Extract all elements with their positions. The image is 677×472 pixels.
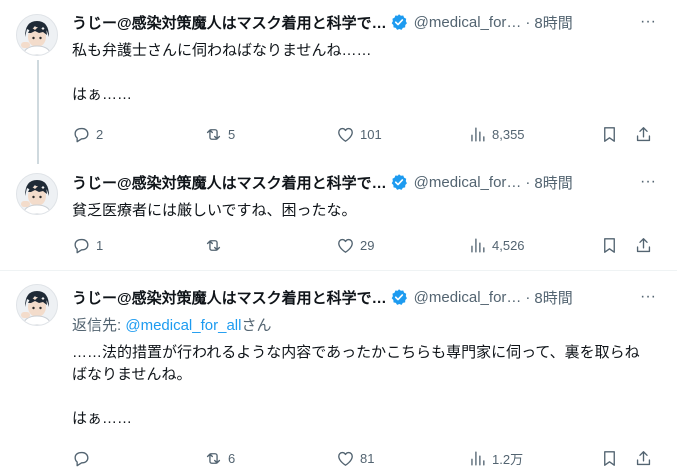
share-icon [636, 450, 651, 465]
retweet-button[interactable] [204, 235, 228, 255]
reply-icon [74, 451, 89, 466]
reply-button[interactable]: 1 [72, 235, 103, 255]
more-options-icon[interactable]: ··· [637, 172, 659, 192]
tweet-text: 貧乏医療者には厳しいですね、困ったな。 [72, 202, 357, 219]
tweet-text: ……法的措置が行われるような内容であったかこちらも専門家に伺って、裏を取らねばな… [72, 344, 640, 427]
avatar[interactable] [16, 14, 58, 56]
views-icon [471, 237, 485, 253]
bookmark-icon [604, 450, 615, 466]
separator-dot: · [525, 13, 531, 31]
views-button[interactable]: 1.2万 [468, 448, 523, 468]
retweet-icon [206, 128, 221, 140]
reply-count: 1 [96, 237, 104, 253]
timestamp[interactable]: 8時間 [534, 172, 572, 193]
reply-button[interactable]: 2 [72, 124, 103, 144]
like-count: 81 [360, 450, 375, 466]
action-bar: 2 5 101 8,355 [72, 124, 657, 144]
retweet-count: 5 [228, 126, 236, 142]
views-button[interactable]: 8,355 [468, 124, 525, 144]
bookmark-button[interactable] [600, 235, 619, 255]
share-icon [636, 237, 651, 252]
verified-badge-icon [391, 174, 407, 190]
separator-dot: · [525, 288, 531, 306]
timestamp[interactable]: 8時間 [534, 287, 572, 308]
like-button[interactable]: 81 [336, 448, 374, 468]
share-icon [636, 126, 651, 141]
handle[interactable]: @medical_for… [414, 289, 522, 306]
views-icon [471, 126, 485, 142]
tweet-2[interactable]: うじー@感染対策魔人はマスク着用と科学で… @medical_for… · 8時… [0, 160, 677, 270]
action-bar: 1 29 4,526 [72, 235, 657, 255]
retweet-button[interactable]: 5 [204, 124, 235, 144]
share-button[interactable] [634, 235, 653, 255]
reply-icon [74, 238, 89, 253]
tweet-1[interactable]: うじー@感染対策魔人はマスク着用と科学で… @medical_for… · 8時… [0, 0, 677, 164]
retweet-button[interactable]: 6 [204, 448, 235, 468]
bookmark-button[interactable] [600, 124, 619, 144]
heart-icon [338, 451, 353, 466]
share-button[interactable] [634, 448, 653, 468]
display-name[interactable]: うじー@感染対策魔人はマスク着用と科学で… [72, 172, 387, 193]
heart-icon [338, 127, 353, 142]
views-count: 4,526 [492, 237, 525, 253]
tweet-header: うじー@感染対策魔人はマスク着用と科学で… @medical_for… · 8時… [72, 12, 573, 32]
bookmark-button[interactable] [600, 448, 619, 468]
retweet-icon [206, 239, 221, 251]
replying-to: 返信先: @medical_for_allさん [72, 314, 271, 335]
thread-line [37, 60, 39, 164]
retweet-icon [206, 452, 221, 464]
display-name[interactable]: うじー@感染対策魔人はマスク着用と科学で… [72, 287, 387, 308]
like-button[interactable]: 29 [336, 235, 374, 255]
views-icon [471, 450, 485, 466]
action-bar: 6 81 1.2万 [72, 448, 657, 468]
share-button[interactable] [634, 124, 653, 144]
reply-mention-link[interactable]: @medical_for_all [125, 317, 241, 334]
reply-count: 2 [96, 126, 104, 142]
replying-to-prefix: 返信先: [72, 317, 126, 334]
bookmark-icon [604, 126, 615, 142]
heart-icon [338, 238, 353, 253]
reply-button[interactable] [72, 448, 96, 468]
like-count: 101 [360, 126, 382, 142]
tweet-text: 私も弁護士さんに伺わねばなりませんね…… はぁ…… [72, 42, 372, 103]
views-count: 1.2万 [492, 451, 524, 467]
tweet-3[interactable]: うじー@感染対策魔人はマスク着用と科学で… @medical_for… · 8時… [0, 271, 677, 472]
avatar[interactable] [16, 173, 58, 215]
verified-badge-icon [391, 289, 407, 305]
display-name[interactable]: うじー@感染対策魔人はマスク着用と科学で… [72, 12, 387, 33]
like-button[interactable]: 101 [336, 124, 382, 144]
reply-icon [74, 127, 89, 142]
retweet-count: 6 [228, 450, 236, 466]
like-count: 29 [360, 237, 375, 253]
views-count: 8,355 [492, 126, 525, 142]
verified-badge-icon [391, 14, 407, 30]
separator-dot: · [525, 173, 531, 191]
timestamp[interactable]: 8時間 [534, 12, 572, 33]
avatar[interactable] [16, 284, 58, 326]
replying-to-suffix: さん [241, 317, 272, 334]
more-options-icon[interactable]: ··· [637, 12, 659, 32]
avatar-image [17, 15, 57, 55]
bookmark-icon [604, 237, 615, 253]
tweet-header: うじー@感染対策魔人はマスク着用と科学で… @medical_for… · 8時… [72, 287, 573, 307]
avatar-image [17, 285, 57, 325]
handle[interactable]: @medical_for… [414, 14, 522, 31]
views-button[interactable]: 4,526 [468, 235, 525, 255]
tweet-header: うじー@感染対策魔人はマスク着用と科学で… @medical_for… · 8時… [72, 172, 573, 192]
handle[interactable]: @medical_for… [414, 174, 522, 191]
more-options-icon[interactable]: ··· [637, 287, 659, 307]
avatar-image [17, 174, 57, 214]
